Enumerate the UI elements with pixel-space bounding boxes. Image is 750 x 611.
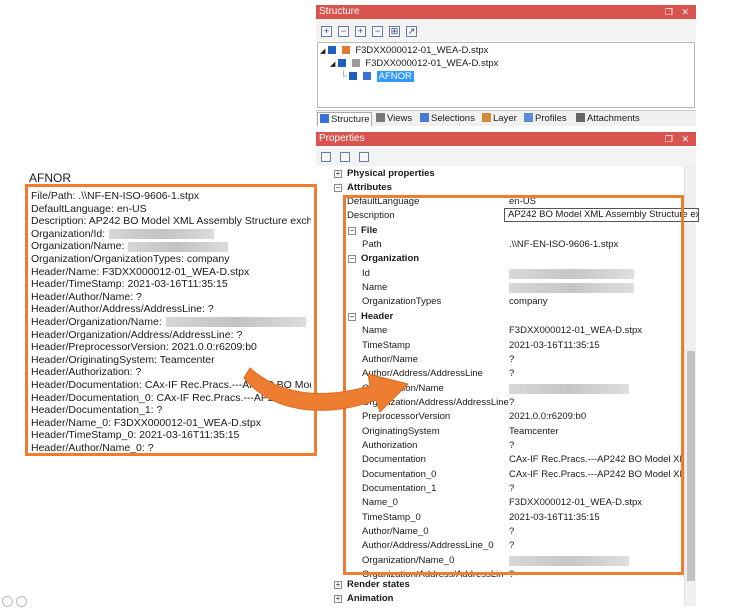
settings-icon[interactable] (16, 596, 27, 607)
arrow-overlay (243, 367, 409, 413)
orange-arrow-icon (243, 367, 409, 413)
zoom-icon[interactable] (2, 596, 13, 607)
